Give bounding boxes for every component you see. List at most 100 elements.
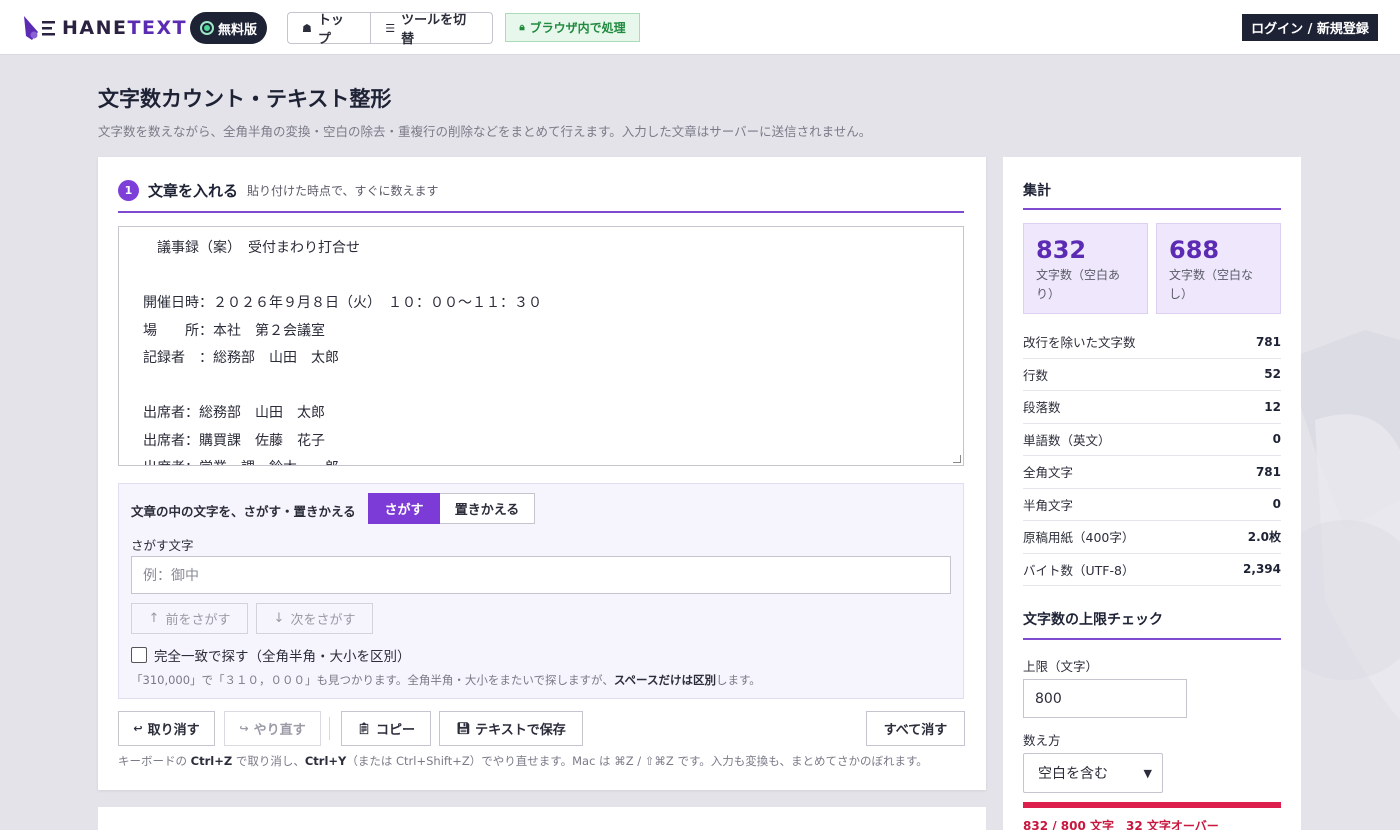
stat-value: 2.0枚 bbox=[1247, 530, 1281, 545]
count-with-spaces-card: 832 文字数（空白あり） bbox=[1023, 223, 1148, 314]
redo-button[interactable]: ↪ やり直す bbox=[224, 711, 321, 746]
text-input-area[interactable]: 議事録（案） 受付まわり打合せ 開催日時：２０２６年９月８日（火） １０：００〜… bbox=[118, 226, 964, 466]
limit-progress-fill bbox=[1023, 802, 1281, 808]
stat-row: 行数 52 bbox=[1023, 359, 1281, 391]
find-next-button[interactable]: ↓ 次をさがす bbox=[256, 603, 373, 634]
find-replace-panel: 文章の中の文字を、さがす・置きかえる さがす 置きかえる さがす文字 例：御中 … bbox=[118, 483, 964, 699]
text-line: 場 所：本社 第２会議室 bbox=[143, 322, 325, 339]
undo-label: 取り消す bbox=[147, 723, 200, 738]
summary-panel: 集計 832 文字数（空白あり） 688 文字数（空白なし） 改行を除いた文字数… bbox=[1003, 157, 1301, 830]
input-card: 1 文章を入れる 貼り付けた時点で、すぐに数えます 議事録（案） 受付まわり打合… bbox=[98, 157, 986, 790]
stat-label: 全角文字 bbox=[1023, 465, 1074, 481]
clear-all-button[interactable]: すべて消す bbox=[866, 711, 965, 746]
find-replace-label: 文章の中の文字を、さがす・置きかえる bbox=[131, 504, 356, 519]
copy-button[interactable]: 📋︎ コピー bbox=[341, 711, 431, 746]
toolbar-divider bbox=[329, 717, 330, 740]
undo-icon: ↩ bbox=[133, 722, 143, 735]
browser-processing-label: ブラウザ内で処理 bbox=[529, 21, 626, 35]
stat-value: 0 bbox=[1272, 432, 1281, 447]
plan-badge-label: 無料版 bbox=[218, 22, 258, 38]
exact-match-option: 完全一致で探す（全角半角・大小を区別） bbox=[131, 645, 411, 665]
resize-handle[interactable] bbox=[953, 455, 961, 463]
redo-icon: ↪ bbox=[239, 722, 249, 735]
next-step-card bbox=[98, 807, 986, 830]
undo-button[interactable]: ↩ 取り消す bbox=[118, 711, 215, 746]
stat-row: バイト数（UTF-8） 2,394 bbox=[1023, 554, 1281, 586]
limit-input[interactable]: 800 bbox=[1023, 679, 1187, 718]
search-field-label: さがす文字 bbox=[131, 538, 194, 553]
stat-label: 段落数 bbox=[1023, 400, 1061, 416]
stat-row: 原稿用紙（400字） 2.0枚 bbox=[1023, 521, 1281, 554]
save-text-button[interactable]: 💾︎ テキストで保存 bbox=[439, 711, 583, 746]
step-header: 1 文章を入れる 貼り付けた時点で、すぐに数えます bbox=[118, 179, 964, 213]
limit-progress-bar bbox=[1023, 802, 1281, 808]
stat-row: 半角文字 0 bbox=[1023, 489, 1281, 521]
stat-row: 段落数 12 bbox=[1023, 391, 1281, 424]
save-icon: 💾︎ bbox=[456, 722, 471, 735]
lock-icon: 🔒︎ bbox=[519, 22, 525, 33]
stat-value: 52 bbox=[1264, 367, 1281, 382]
step-number: 1 bbox=[118, 179, 139, 201]
nav-top-button[interactable]: ☗ トップ bbox=[288, 13, 370, 47]
stat-label: 半角文字 bbox=[1023, 497, 1074, 513]
stat-label: バイト数（UTF-8） bbox=[1023, 562, 1135, 578]
exact-match-checkbox[interactable] bbox=[131, 647, 147, 663]
find-mode-toggle: さがす 置きかえる bbox=[368, 493, 535, 524]
find-prev-label: 前をさがす bbox=[165, 613, 231, 628]
stat-row: 全角文字 781 bbox=[1023, 456, 1281, 489]
status-dot-icon bbox=[202, 23, 212, 33]
step-hint: 貼り付けた時点で、すぐに数えます bbox=[247, 183, 439, 198]
logo-text: HANETEXT bbox=[62, 17, 188, 39]
stat-value: 781 bbox=[1255, 334, 1281, 349]
count-without-spaces-value: 688 bbox=[1169, 236, 1220, 264]
stat-value: 781 bbox=[1255, 464, 1281, 479]
page-subtitle: 文字数を数えながら、全角半角の変換・空白の除去・重複行の削除などをまとめて行えま… bbox=[98, 124, 872, 139]
menu-icon: ☰ bbox=[385, 21, 396, 35]
nav-group: ☗ トップ ☰ ツールを切替 bbox=[287, 12, 493, 47]
tab-replace[interactable]: 置きかえる bbox=[440, 493, 535, 524]
count-with-spaces-value: 832 bbox=[1036, 236, 1087, 264]
login-signup-button[interactable]: ログイン / 新規登録 bbox=[1242, 14, 1378, 41]
count-without-spaces-card: 688 文字数（空白なし） bbox=[1156, 223, 1281, 314]
page-title: 文字数カウント・テキスト整形 bbox=[98, 87, 392, 111]
stat-value: 0 bbox=[1272, 497, 1281, 512]
stat-label: 改行を除いた文字数 bbox=[1023, 335, 1136, 351]
find-prev-button[interactable]: ↑ 前をさがす bbox=[131, 603, 248, 634]
text-line: 記録者 ：総務部 山田 太郎 bbox=[143, 350, 339, 366]
limit-label: 上限（文字） bbox=[1023, 659, 1099, 674]
text-line: 開催日時：２０２６年９月８日（火） １０：００〜１１：３０ bbox=[143, 295, 542, 311]
nav-switch-tool-label: ツールを切替 bbox=[401, 13, 467, 47]
stat-row: 単語数（英文） 0 bbox=[1023, 424, 1281, 456]
app-logo[interactable]: HANETEXT bbox=[22, 14, 187, 42]
stat-label: 行数 bbox=[1023, 367, 1049, 383]
browser-processing-badge: 🔒︎ ブラウザ内で処理 bbox=[505, 13, 640, 42]
text-line: 議事録（案） 受付まわり打合せ bbox=[143, 240, 360, 256]
tab-search[interactable]: さがす bbox=[368, 493, 440, 524]
copy-label: コピー bbox=[375, 723, 415, 738]
stat-value: 2,394 bbox=[1243, 562, 1281, 577]
plan-badge: 無料版 bbox=[190, 12, 267, 44]
nav-switch-tool-button[interactable]: ☰ ツールを切替 bbox=[370, 13, 492, 47]
home-icon: ☗ bbox=[302, 21, 312, 35]
search-note: 「310,000」で「３１０，０００」も見つかります。全角半角・大小をまたいで探… bbox=[131, 673, 761, 687]
arrow-up-icon: ↑ bbox=[148, 611, 160, 626]
count-without-spaces-label: 文字数（空白なし） bbox=[1169, 268, 1254, 301]
text-line bbox=[143, 373, 939, 401]
text-line: 出席者：営業一課 鈴木 一郎 bbox=[143, 455, 939, 465]
text-line: 出席者：購買課 佐藤 花子 bbox=[143, 432, 325, 449]
find-next-label: 次をさがす bbox=[290, 613, 356, 628]
count-mode-select[interactable]: 空白を含む ▼ bbox=[1023, 753, 1163, 793]
text-line bbox=[143, 263, 939, 291]
stat-label: 単語数（英文） bbox=[1023, 432, 1111, 448]
stat-value: 12 bbox=[1264, 399, 1281, 414]
stat-row: 改行を除いた文字数 781 bbox=[1023, 326, 1281, 359]
logo-wing-icon bbox=[24, 16, 55, 40]
text-line: 出席者：総務部 山田 太郎 bbox=[143, 405, 325, 421]
top-header: HANETEXT 無料版 ☗ トップ ☰ ツールを切替 🔒︎ ブラウザ内で処理 … bbox=[0, 0, 1400, 55]
limit-status: 832 / 800 文字 32 文字オーバー bbox=[1023, 819, 1219, 830]
arrow-down-icon: ↓ bbox=[273, 611, 285, 626]
clipboard-icon: 📋︎ bbox=[357, 722, 371, 735]
keyboard-shortcut-note: キーボードの Ctrl+Z で取り消し、Ctrl+Y（または Ctrl+Shif… bbox=[118, 754, 928, 768]
count-mode-value: 空白を含む bbox=[1038, 766, 1108, 782]
search-input[interactable]: 例：御中 bbox=[131, 556, 951, 594]
